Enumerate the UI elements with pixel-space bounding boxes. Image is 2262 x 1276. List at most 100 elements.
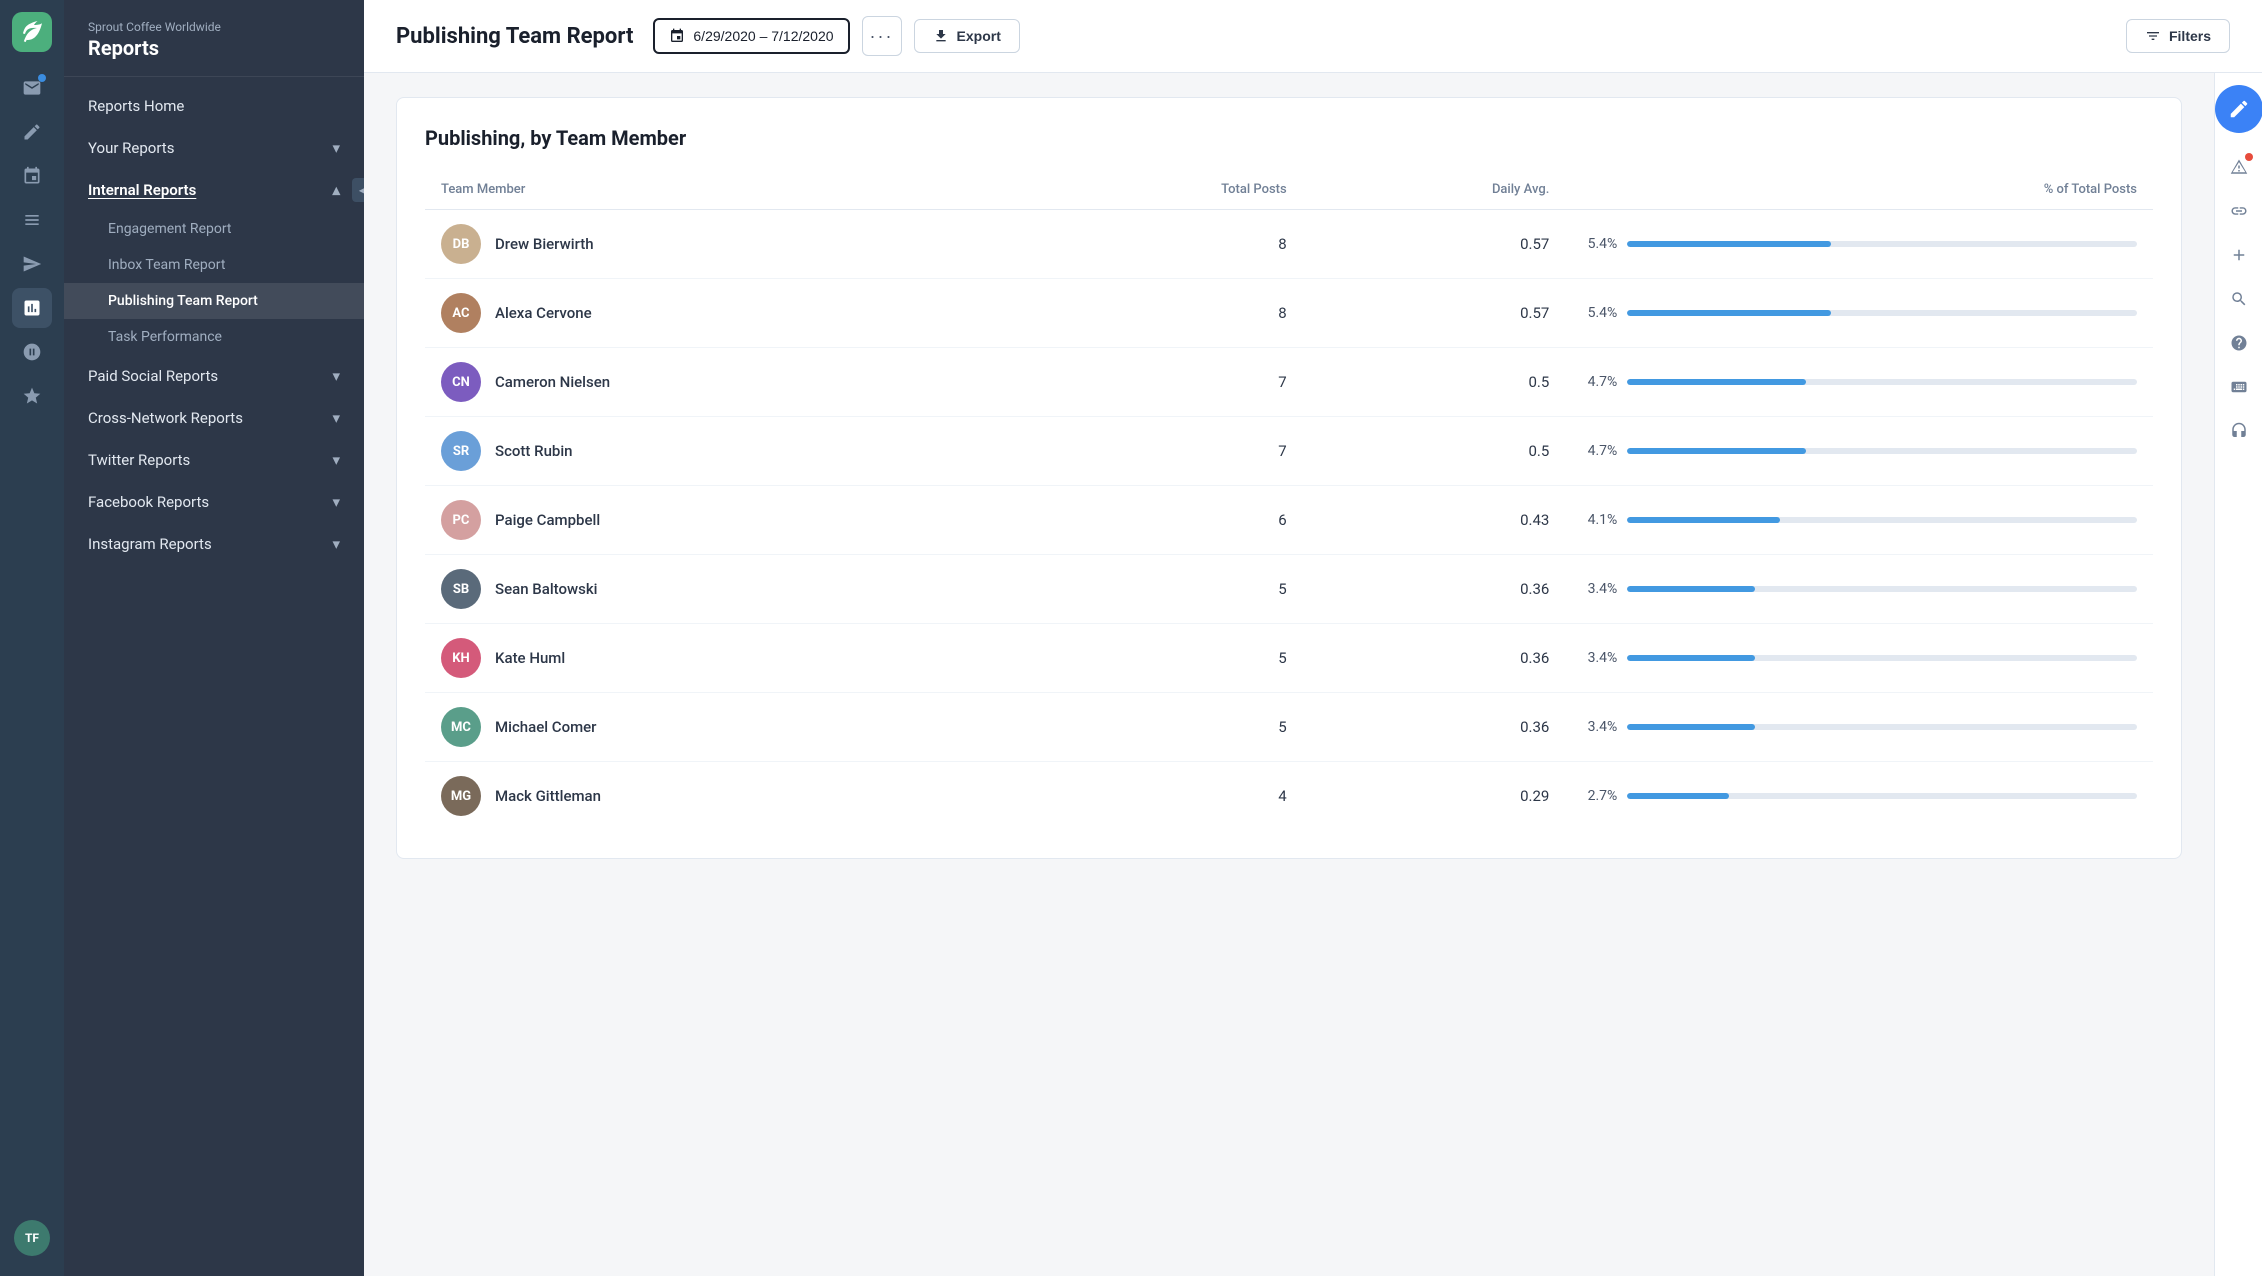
export-button[interactable]: Export: [914, 19, 1020, 53]
nav-send-icon[interactable]: [12, 244, 52, 284]
chevron-down-icon-instagram: ▾: [332, 535, 340, 553]
chevron-up-icon: ▴: [332, 181, 340, 199]
alert-icon[interactable]: [2221, 149, 2257, 185]
app-logo[interactable]: [12, 12, 52, 52]
internal-reports-label: Internal Reports: [88, 181, 196, 199]
team-table: Team Member Total Posts Daily Avg. % of …: [425, 174, 2153, 830]
sidebar-item-facebook[interactable]: Facebook Reports ▾: [64, 481, 364, 523]
internal-reports-section: Internal Reports ▴ ◀ Engagement Report I…: [64, 169, 364, 355]
member-name: Scott Rubin: [495, 442, 573, 460]
table-row: DB Drew Bierwirth 80.57 5.4%: [425, 210, 2153, 279]
nav-reports-icon[interactable]: [12, 288, 52, 328]
progress-bar-fill: [1627, 379, 1805, 385]
chevron-down-icon-cross: ▾: [332, 409, 340, 427]
sidebar-item-paid-social[interactable]: Paid Social Reports ▾: [64, 355, 364, 397]
progress-bar-bg: [1627, 724, 2137, 730]
daily-avg-sean-baltowski: 0.36: [1303, 555, 1566, 624]
help-icon[interactable]: [2221, 325, 2257, 361]
nav-inbox-icon[interactable]: [12, 68, 52, 108]
table-row: MG Mack Gittleman 40.29 2.7%: [425, 762, 2153, 831]
member-name: Cameron Nielsen: [495, 373, 610, 391]
sidebar-item-reports-home[interactable]: Reports Home: [64, 85, 364, 127]
total-posts-mack-gittleman: 4: [1016, 762, 1303, 831]
nav-feed-icon[interactable]: [12, 200, 52, 240]
table-row: SR Scott Rubin 70.5 4.7%: [425, 417, 2153, 486]
sidebar-item-twitter[interactable]: Twitter Reports ▾: [64, 439, 364, 481]
table-row: MC Michael Comer 50.36 3.4%: [425, 693, 2153, 762]
icon-rail: TF: [0, 0, 64, 1276]
progress-bar-fill: [1627, 724, 1754, 730]
nav-tasks-icon[interactable]: [12, 156, 52, 196]
sidebar-item-cross-network[interactable]: Cross-Network Reports ▾: [64, 397, 364, 439]
progress-bar-fill: [1627, 448, 1805, 454]
page-title: Publishing Team Report: [396, 24, 633, 49]
pct-label: 3.4%: [1581, 719, 1617, 735]
member-cell-mack-gittleman: MG Mack Gittleman: [425, 762, 1016, 831]
total-posts-sean-baltowski: 5: [1016, 555, 1303, 624]
total-posts-cameron-nielsen: 7: [1016, 348, 1303, 417]
col-daily-avg: Daily Avg.: [1303, 174, 1566, 210]
sidebar-item-engagement-report[interactable]: Engagement Report: [64, 211, 364, 247]
org-name: Sprout Coffee Worldwide: [88, 20, 340, 34]
daily-avg-cameron-nielsen: 0.5: [1303, 348, 1566, 417]
member-name: Drew Bierwirth: [495, 235, 594, 253]
chevron-down-icon-paid: ▾: [332, 367, 340, 385]
search-icon[interactable]: [2221, 281, 2257, 317]
pct-cell-cameron-nielsen: 4.7%: [1565, 348, 2153, 417]
col-total-posts: Total Posts: [1016, 174, 1303, 210]
pct-cell-scott-rubin: 4.7%: [1565, 417, 2153, 486]
export-label: Export: [957, 28, 1001, 44]
link-icon[interactable]: [2221, 193, 2257, 229]
section-title: Reports: [88, 36, 340, 60]
total-posts-alexa-cervone: 8: [1016, 279, 1303, 348]
sidebar-item-your-reports[interactable]: Your Reports ▾: [64, 127, 364, 169]
filters-button[interactable]: Filters: [2126, 19, 2230, 53]
member-cell-sean-baltowski: SB Sean Baltowski: [425, 555, 1016, 624]
add-icon[interactable]: [2221, 237, 2257, 273]
filters-label: Filters: [2169, 28, 2211, 44]
pct-label: 3.4%: [1581, 650, 1617, 666]
more-options-button[interactable]: ···: [862, 16, 902, 56]
date-range-label: 6/29/2020 – 7/12/2020: [693, 28, 833, 44]
total-posts-michael-comer: 5: [1016, 693, 1303, 762]
progress-bar-bg: [1627, 448, 2137, 454]
date-range-button[interactable]: 6/29/2020 – 7/12/2020: [653, 18, 849, 54]
pct-label: 4.1%: [1581, 512, 1617, 528]
ellipsis-icon: ···: [870, 26, 894, 47]
table-row: PC Paige Campbell 60.43 4.1%: [425, 486, 2153, 555]
cross-network-label: Cross-Network Reports: [88, 409, 243, 427]
pct-cell-drew-bierwirth: 5.4%: [1565, 210, 2153, 279]
nav-compose-icon[interactable]: [12, 112, 52, 152]
member-cell-scott-rubin: SR Scott Rubin: [425, 417, 1016, 486]
pct-label: 2.7%: [1581, 788, 1617, 804]
pct-label: 5.4%: [1581, 305, 1617, 321]
member-cell-kate-huml: KH Kate Huml: [425, 624, 1016, 693]
pct-cell-sean-baltowski: 3.4%: [1565, 555, 2153, 624]
chevron-down-icon: ▾: [332, 139, 340, 157]
report-card: Publishing, by Team Member Team Member T…: [396, 97, 2182, 859]
headset-icon[interactable]: [2221, 413, 2257, 449]
sidebar-item-publishing-team-report[interactable]: Publishing Team Report: [64, 283, 364, 319]
progress-bar-bg: [1627, 793, 2137, 799]
facebook-label: Facebook Reports: [88, 493, 209, 511]
col-pct-total: % of Total Posts: [1565, 174, 2153, 210]
pct-cell-michael-comer: 3.4%: [1565, 693, 2153, 762]
nav-listening-icon[interactable]: [12, 332, 52, 372]
compose-button[interactable]: [2215, 85, 2262, 133]
collapse-sidebar-button[interactable]: ◀: [352, 178, 364, 202]
sidebar-item-instagram[interactable]: Instagram Reports ▾: [64, 523, 364, 565]
right-rail: [2214, 73, 2262, 1276]
table-row: SB Sean Baltowski 50.36 3.4%: [425, 555, 2153, 624]
nav-star-icon[interactable]: [12, 376, 52, 416]
sidebar-item-internal-reports[interactable]: Internal Reports ▴ ◀: [64, 169, 364, 211]
progress-bar-bg: [1627, 586, 2137, 592]
sidebar-item-task-performance[interactable]: Task Performance: [64, 319, 364, 355]
user-avatar[interactable]: TF: [14, 1220, 50, 1256]
paid-social-label: Paid Social Reports: [88, 367, 218, 385]
pct-cell-alexa-cervone: 5.4%: [1565, 279, 2153, 348]
progress-bar-bg: [1627, 310, 2137, 316]
keyboard-icon[interactable]: [2221, 369, 2257, 405]
progress-bar-fill: [1627, 793, 1729, 799]
sidebar-item-inbox-team-report[interactable]: Inbox Team Report: [64, 247, 364, 283]
reports-home-label: Reports Home: [88, 97, 184, 115]
